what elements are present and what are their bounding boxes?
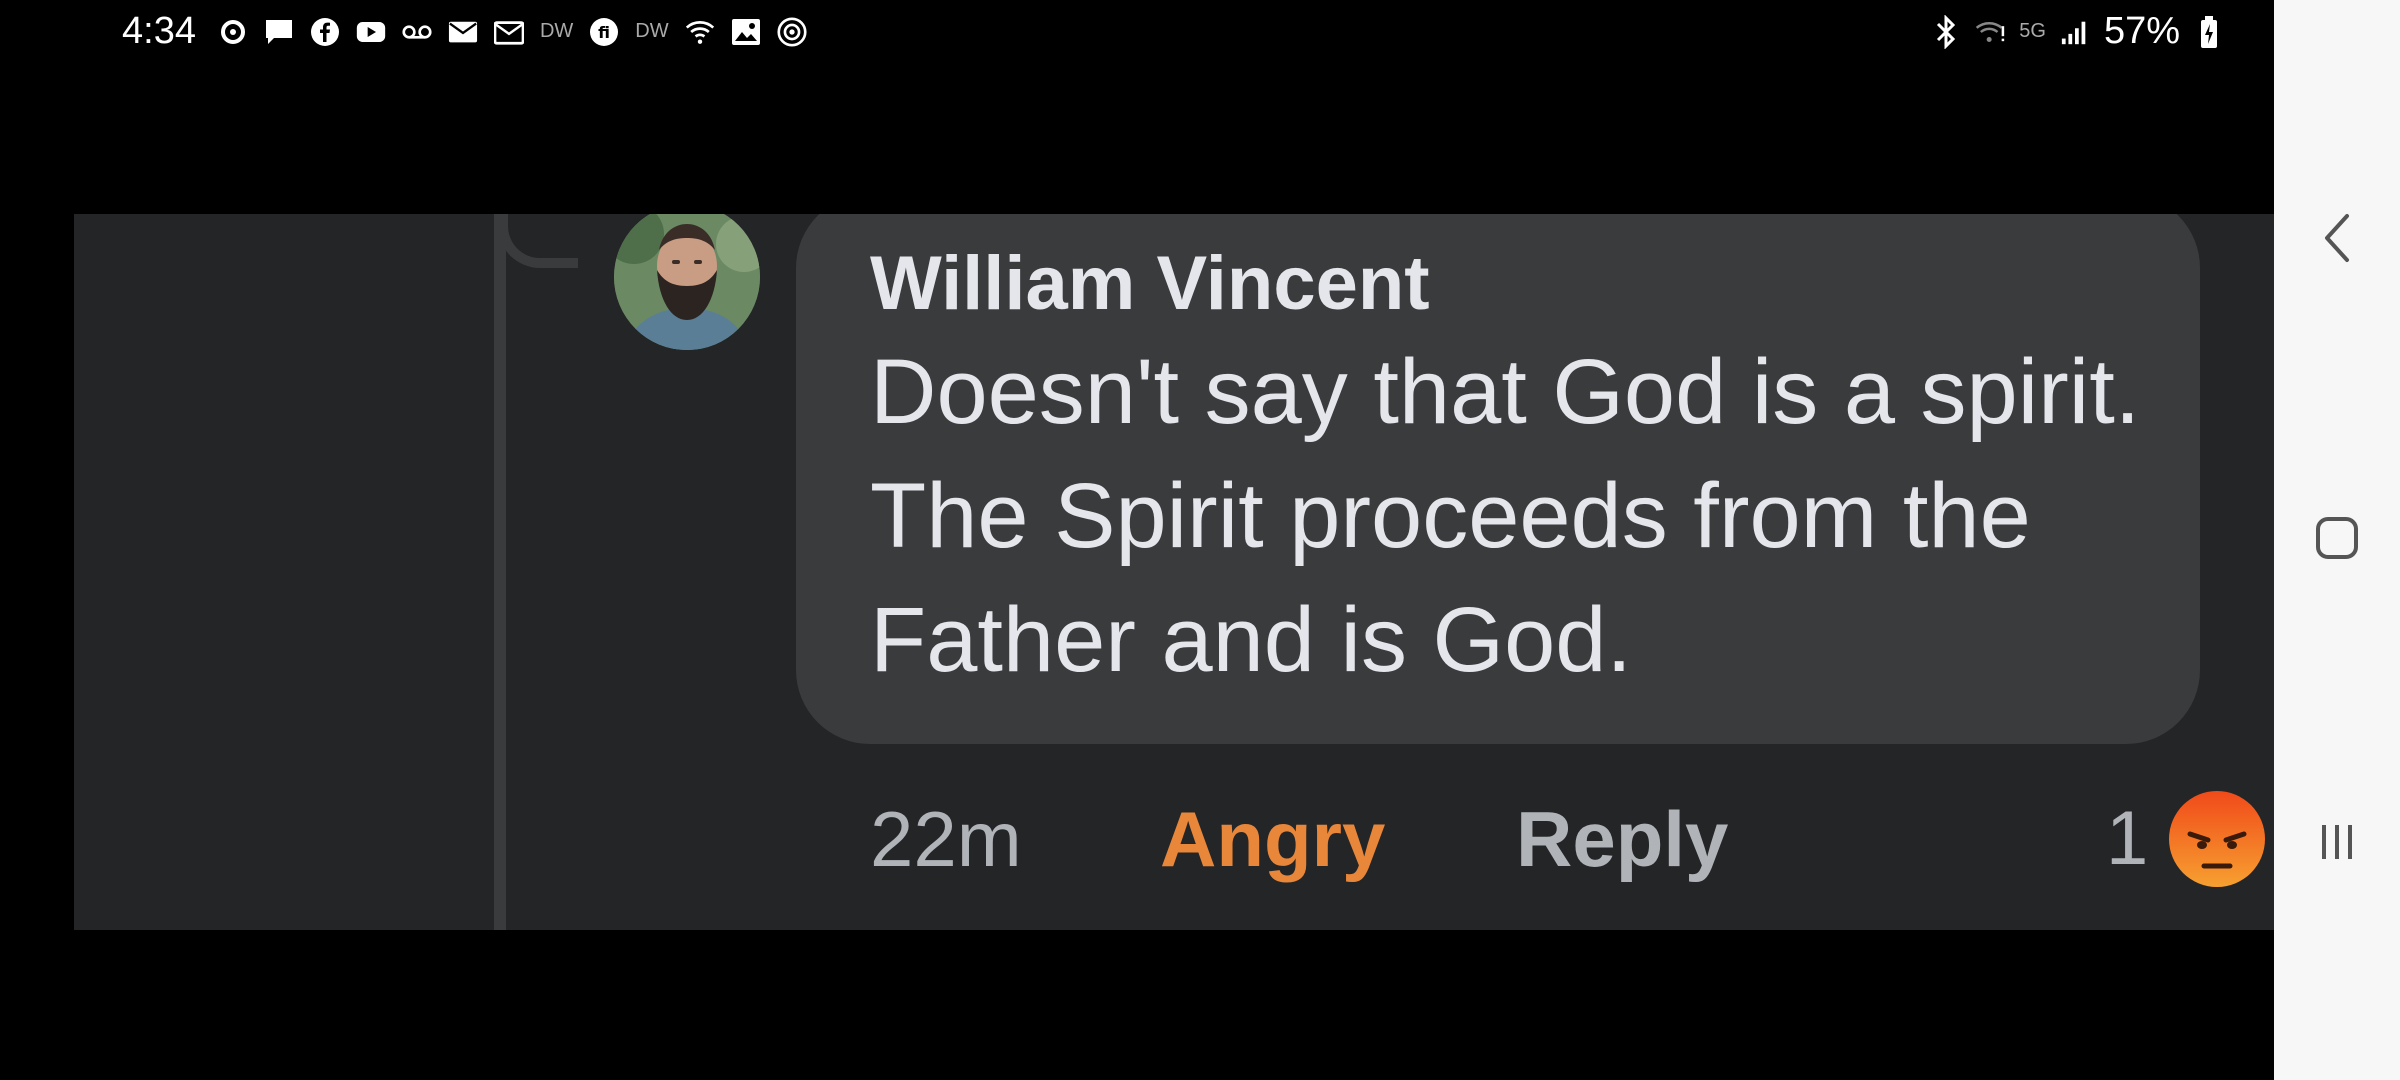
message-icon [264, 17, 294, 47]
comment-text: Doesn't say that God is a spirit. The Sp… [870, 341, 2141, 691]
dw-icon: DW [539, 20, 574, 42]
facebook-icon [310, 17, 340, 47]
voicemail-icon [402, 17, 432, 47]
avatar[interactable] [614, 214, 760, 350]
5g-icon: 5G [2019, 20, 2046, 42]
back-button[interactable] [2274, 200, 2400, 280]
comment-timestamp[interactable]: 22m [870, 784, 1022, 894]
wifi-question-icon [685, 17, 715, 47]
angry-emoji-icon[interactable] [2168, 790, 2266, 888]
comment-bubble[interactable]: William Vincent Doesn't say that God is … [796, 214, 2200, 744]
fi-icon: fi [589, 17, 619, 47]
mail-icon [448, 17, 478, 47]
thread-connector [498, 214, 578, 268]
bluetooth-icon [1931, 14, 1961, 49]
status-right: 5G 57% [1931, 10, 2224, 53]
comment-actions: 22m Angry Reply 1 [870, 784, 2274, 894]
recents-icon [2312, 817, 2362, 872]
status-bar: 4:34 DW fi DW 5G 57% [0, 0, 2274, 64]
youtube-icon [356, 17, 386, 47]
sync-icon [218, 17, 248, 47]
home-icon [2312, 513, 2362, 568]
thread-line [494, 214, 506, 930]
back-icon [2317, 210, 2357, 271]
svg-text:fi: fi [598, 23, 610, 42]
signal-icon [2060, 17, 2090, 47]
threads-icon [777, 16, 807, 47]
battery-charging-icon [2194, 15, 2224, 48]
status-left: 4:34 DW fi DW [122, 10, 807, 53]
image-icon [731, 17, 761, 47]
home-button[interactable] [2274, 500, 2400, 580]
wifi-icon [1975, 17, 2005, 47]
mail-icon [493, 17, 524, 47]
status-time: 4:34 [122, 10, 196, 52]
navigation-bar [2274, 0, 2400, 1080]
reaction-count[interactable]: 1 [2106, 784, 2148, 894]
dw-icon: DW [635, 20, 669, 42]
comment-panel: William Vincent Doesn't say that God is … [74, 214, 2274, 930]
recents-button[interactable] [2274, 804, 2400, 884]
comment-author[interactable]: William Vincent [870, 240, 1430, 327]
reaction-button[interactable]: Angry [1160, 784, 1385, 894]
battery-percent: 57% [2103, 10, 2180, 52]
reply-button[interactable]: Reply [1516, 784, 1728, 894]
